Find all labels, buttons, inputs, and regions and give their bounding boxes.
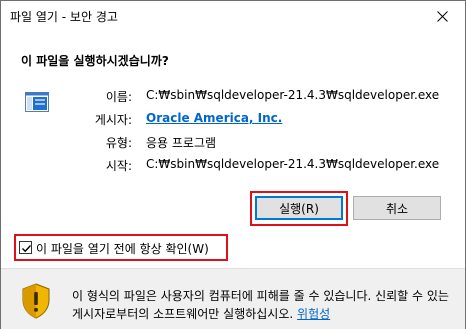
security-shield-warning-icon	[22, 283, 50, 319]
publisher-link[interactable]: Oracle America, Inc.	[146, 111, 282, 125]
file-name-value: C:₩sbin₩sqldeveloper-21.4.3₩sqldeveloper…	[146, 88, 440, 102]
risk-help-link[interactable]: 위험성	[297, 307, 330, 321]
file-name-row: 이름: C:₩sbin₩sqldeveloper-21.4.3₩sqldevel…	[51, 88, 461, 106]
window-title: 파일 열기 - 보안 경고	[10, 10, 118, 24]
run-button-highlight-box	[250, 191, 348, 226]
publisher-row: 게시자: Oracle America, Inc.	[51, 111, 461, 129]
file-name-label: 이름:	[105, 90, 132, 104]
file-from-label: 시작:	[105, 159, 132, 173]
publisher-label: 게시자:	[94, 113, 132, 127]
warning-text: 이 형식의 파일은 사용자의 컴퓨터에 피해를 줄 수 있습니다. 신뢰할 수 …	[72, 289, 449, 321]
file-from-value: C:₩sbin₩sqldeveloper-21.4.3₩sqldeveloper…	[146, 157, 440, 171]
warning-message: 이 형식의 파일은 사용자의 컴퓨터에 피해를 줄 수 있습니다. 신뢰할 수 …	[72, 287, 452, 323]
file-from-row: 시작: C:₩sbin₩sqldeveloper-21.4.3₩sqldevel…	[51, 157, 461, 175]
close-button[interactable]	[420, 1, 465, 31]
close-icon	[437, 11, 448, 22]
file-type-value: 응용 프로그램	[146, 136, 217, 150]
file-type-label: 유형:	[105, 136, 132, 150]
checkbox-highlight-box	[14, 234, 228, 261]
cancel-button[interactable]: 취소	[353, 196, 441, 220]
title-bar: 파일 열기 - 보안 경고	[1, 1, 465, 31]
warning-footer: 이 형식의 파일은 사용자의 컴퓨터에 피해를 줄 수 있습니다. 신뢰할 수 …	[1, 268, 465, 329]
security-warning-dialog: 파일 열기 - 보안 경고 이 파일을 실행하시겠습니까? 이름: C:₩sbi…	[0, 0, 466, 329]
application-window-icon	[25, 92, 49, 112]
file-type-row: 유형: 응용 프로그램	[51, 134, 461, 152]
question-heading: 이 파일을 실행하시겠습니까?	[21, 54, 169, 68]
